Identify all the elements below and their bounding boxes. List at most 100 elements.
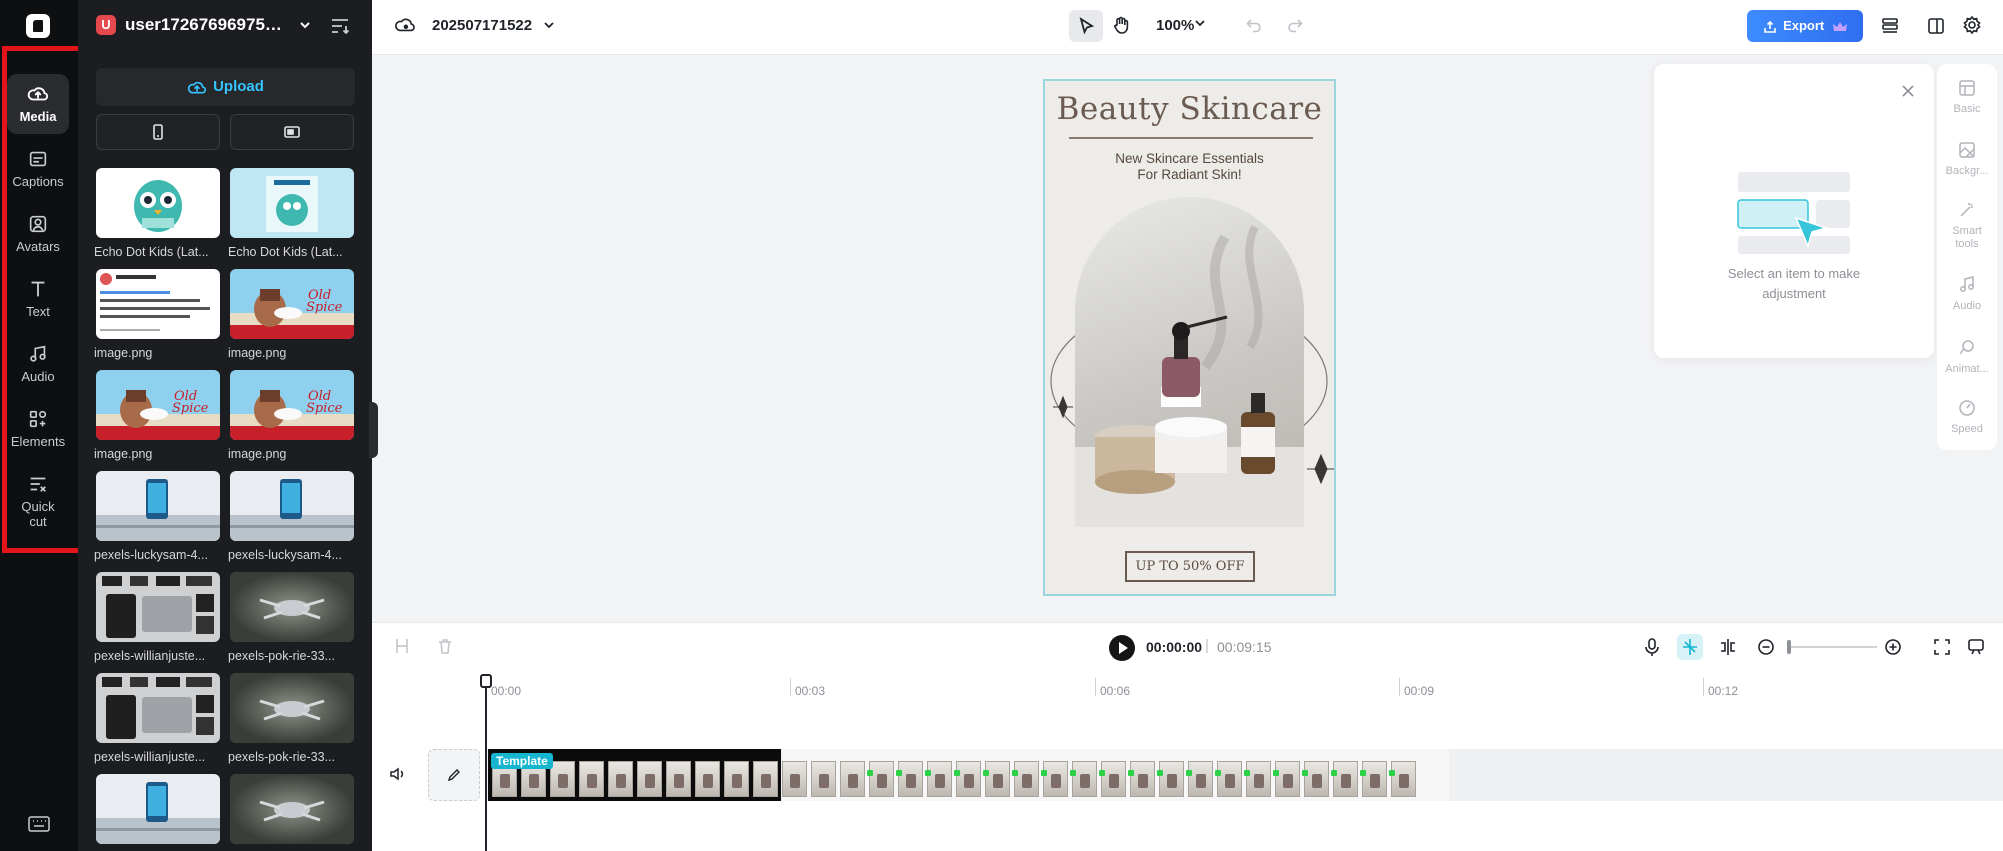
gear-icon[interactable]: [1962, 15, 1982, 35]
media-thumbnail[interactable]: [230, 673, 354, 743]
media-thumbnail[interactable]: Old Spice: [230, 370, 354, 440]
select-item-illustration: [1737, 172, 1850, 254]
media-thumbnail[interactable]: [96, 269, 220, 339]
speaker-icon[interactable]: [388, 765, 406, 783]
media-thumbnail[interactable]: [96, 673, 220, 743]
chevron-down-icon[interactable]: [1193, 16, 1207, 30]
landscape-filter-button[interactable]: [230, 114, 354, 150]
animation-icon: [1960, 340, 1974, 355]
rail-item-captions[interactable]: Captions: [7, 139, 69, 199]
rail-item-audio[interactable]: Audio: [7, 334, 69, 394]
track-edit-button[interactable]: [428, 749, 480, 801]
snap-toggle[interactable]: [1677, 634, 1703, 660]
poster-title[interactable]: Beauty Skincare: [1045, 91, 1334, 127]
poster-cta[interactable]: UP TO 50% OFF: [1125, 551, 1255, 582]
media-thumbnail[interactable]: [96, 471, 220, 541]
tab-smart-tools[interactable]: Smart tools: [1937, 200, 1997, 251]
media-preview-image: [96, 269, 220, 339]
timeline-zoom-slider[interactable]: [1787, 646, 1877, 648]
basic-icon: [1959, 80, 1975, 96]
app-logo[interactable]: [26, 14, 50, 38]
cloud-sync-icon[interactable]: [394, 16, 416, 34]
keyframe-marker: [1041, 770, 1047, 776]
chevron-down-icon[interactable]: [298, 18, 312, 32]
feedback-icon[interactable]: [1966, 637, 1986, 657]
media-thumbnail[interactable]: Old Spice: [230, 269, 354, 339]
project-name[interactable]: 202507171522: [432, 17, 532, 34]
sort-icon[interactable]: [330, 17, 350, 35]
tab-label: Animat...: [1945, 363, 1989, 375]
zoom-in-icon[interactable]: [1883, 637, 1903, 657]
clip-tag: Template: [491, 753, 553, 769]
rail-item-media[interactable]: Media: [7, 74, 69, 134]
layers-icon[interactable]: [1880, 16, 1900, 36]
media-thumbnail[interactable]: [230, 168, 354, 238]
ruler-mark: [790, 678, 791, 696]
rail-item-avatars[interactable]: Avatars: [7, 204, 69, 264]
svg-text:Spice: Spice: [306, 401, 343, 416]
rail-item-quick-cut[interactable]: Quick cut: [7, 464, 69, 536]
undo-icon[interactable]: [1245, 16, 1263, 34]
split-screen-icon[interactable]: [1718, 637, 1738, 657]
trash-icon[interactable]: [436, 637, 454, 655]
poster-product-photo[interactable]: [1075, 197, 1304, 527]
panel-resize-handle[interactable]: [369, 402, 378, 458]
upload-button[interactable]: Upload: [96, 68, 355, 106]
keyframe-marker: [1215, 770, 1221, 776]
clip-frame: [956, 761, 981, 797]
rail-item-elements[interactable]: Elements: [7, 399, 69, 459]
media-thumbnail[interactable]: [230, 471, 354, 541]
rail-item-text[interactable]: Text: [7, 269, 69, 329]
media-thumbnail[interactable]: [96, 572, 220, 642]
select-tool-button[interactable]: [1069, 10, 1103, 42]
svg-text:Spice: Spice: [306, 300, 343, 315]
keyboard-icon[interactable]: [28, 816, 50, 832]
playhead-line[interactable]: [485, 680, 487, 851]
canvas-poster[interactable]: Beauty Skincare New Skincare Essentials …: [1043, 79, 1336, 596]
media-thumbnail[interactable]: [96, 168, 220, 238]
keyframe-marker: [896, 770, 902, 776]
rail-label: Text: [26, 304, 50, 319]
media-thumbnail[interactable]: [230, 572, 354, 642]
playhead-handle[interactable]: [480, 674, 492, 688]
media-preview-image: [230, 673, 354, 743]
tab-basic[interactable]: Basic: [1937, 78, 1997, 116]
close-icon[interactable]: [1900, 83, 1916, 99]
fullscreen-icon[interactable]: [1932, 637, 1952, 657]
crown-icon: [1832, 21, 1847, 31]
zoom-out-icon[interactable]: [1756, 637, 1776, 657]
microphone-icon[interactable]: [1642, 637, 1662, 657]
user-name[interactable]: user172676969755...: [125, 15, 287, 35]
redo-icon[interactable]: [1286, 16, 1304, 34]
ruler-mark: [1095, 678, 1096, 696]
media-thumbnail[interactable]: Old Spice: [96, 370, 220, 440]
keyframe-marker: [1186, 770, 1192, 776]
tab-speed[interactable]: Speed: [1937, 398, 1997, 436]
media-caption: pexels-willianjuste...: [94, 750, 206, 764]
tab-background[interactable]: Backgr...: [1937, 140, 1997, 178]
keyframe-marker: [1128, 770, 1134, 776]
tab-audio[interactable]: Audio: [1937, 275, 1997, 313]
captions-icon: [29, 151, 47, 167]
timeline-zoom-knob[interactable]: [1787, 640, 1791, 654]
poster-divider: [1069, 137, 1313, 139]
rail-label: Quick cut: [21, 499, 55, 529]
tab-animation[interactable]: Animat...: [1937, 338, 1997, 376]
media-preview-image: OldSpice: [230, 269, 354, 339]
poster-subtitle[interactable]: New Skincare Essentials For Radiant Skin…: [1045, 151, 1334, 183]
tab-label: Speed: [1951, 423, 1983, 435]
portrait-filter-button[interactable]: [96, 114, 220, 150]
clip-frame: [1246, 761, 1271, 797]
upload-label: Upload: [213, 78, 264, 95]
export-button[interactable]: Export: [1747, 10, 1863, 42]
ruler-tick: 00:12: [1708, 684, 1739, 698]
media-thumbnail[interactable]: [230, 774, 354, 844]
split-icon[interactable]: [393, 637, 411, 655]
panel-layout-icon[interactable]: [1926, 16, 1946, 36]
play-button[interactable]: [1109, 635, 1135, 661]
user-badge[interactable]: U: [96, 15, 116, 35]
zoom-level[interactable]: 100%: [1156, 17, 1194, 34]
chevron-down-icon[interactable]: [543, 19, 555, 31]
media-thumbnail[interactable]: [96, 774, 220, 844]
hand-icon[interactable]: [1111, 15, 1131, 35]
